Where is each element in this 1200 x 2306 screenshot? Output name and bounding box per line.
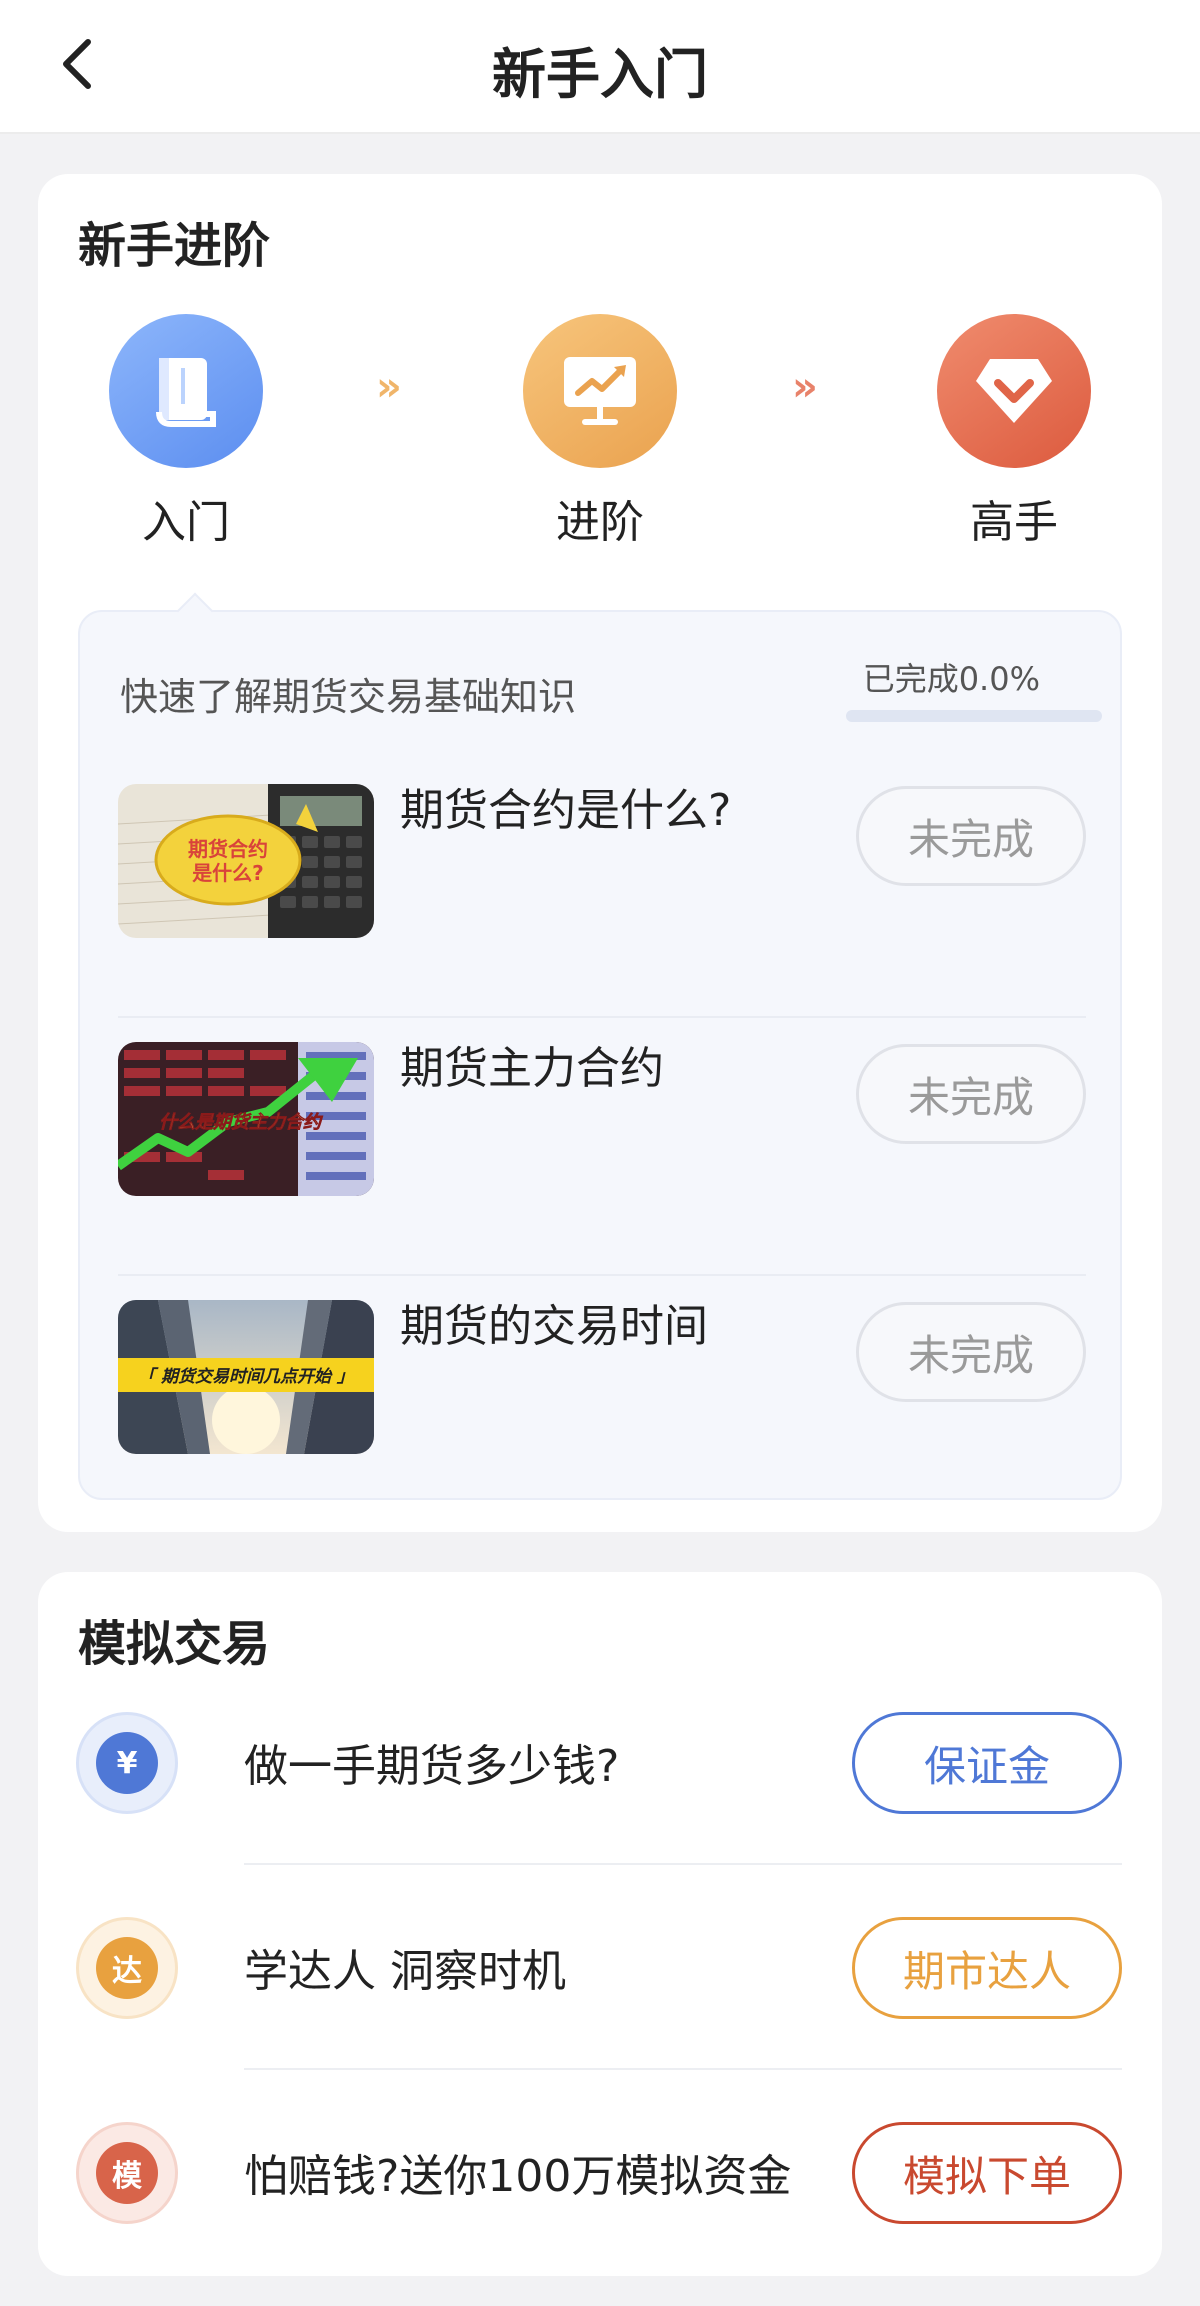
simulate-icon: 模 — [76, 2122, 178, 2224]
status-button[interactable]: 未完成 — [856, 786, 1086, 886]
advance-card: 新手进阶 入门 » 进阶 » 高手 快速了解期货交易基础知识 已完成0.0% 期… — [38, 174, 1162, 1532]
margin-button[interactable]: 保证金 — [852, 1712, 1122, 1814]
course-title: 期货主力合约 — [400, 1043, 664, 1094]
step-expert-label: 高手 — [970, 497, 1058, 548]
advance-title: 新手进阶 — [78, 218, 271, 274]
sim-item-expert[interactable]: 达 学达人 洞察时机 期市达人 — [76, 1917, 1162, 2122]
course-item[interactable]: 「 期货交易时间几点开始 」 期货的交易时间 未完成 — [118, 1276, 1086, 1534]
market-expert-button[interactable]: 期市达人 — [852, 1917, 1122, 2019]
yuan-icon: ¥ — [76, 1712, 178, 1814]
step-beginner-label: 入门 — [142, 497, 230, 548]
course-item[interactable]: 期货合约 是什么? 期货合约是什么? 未完成 — [118, 760, 1086, 1018]
simulation-card: 模拟交易 ¥ 做一手期货多少钱? 保证金 达 学达人 洞察时机 期市达人 模 怕… — [38, 1572, 1162, 2276]
progress-text: 已完成0.0% — [862, 660, 1040, 698]
sim-item-margin[interactable]: ¥ 做一手期货多少钱? 保证金 — [76, 1712, 1162, 1917]
step-intermediate-label: 进阶 — [556, 497, 644, 548]
diamond-icon — [976, 359, 1052, 423]
step-expert[interactable]: 高手 — [904, 314, 1124, 550]
nav-bar: 新手入门 — [0, 0, 1200, 134]
thumb-text-line2: 是什么? — [191, 861, 264, 885]
expert-icon: 达 — [76, 1917, 178, 2019]
page-title: 新手入门 — [492, 43, 708, 106]
step-expert-circle — [937, 314, 1091, 468]
sim-item-simulate[interactable]: 模 怕赔钱?送你100万模拟资金 模拟下单 — [76, 2122, 1162, 2306]
step-arrow-2: » — [792, 364, 818, 410]
simulation-title: 模拟交易 — [78, 1616, 271, 1672]
course-thumbnail: 「 期货交易时间几点开始 」 — [118, 1300, 374, 1454]
course-thumbnail: 什么是期货主力合约 — [118, 1042, 374, 1196]
book-icon — [156, 358, 216, 427]
thumb-text: 「 期货交易时间几点开始 」 — [138, 1367, 354, 1387]
sim-item-text: 学达人 洞察时机 — [244, 1946, 566, 1997]
course-panel: 快速了解期货交易基础知识 已完成0.0% 期货合约 是什么? 期货合约是什么? … — [78, 592, 1122, 1500]
course-thumbnail: 期货合约 是什么? — [118, 784, 374, 938]
step-arrow-1: » — [376, 364, 402, 410]
step-beginner[interactable]: 入门 — [76, 314, 296, 550]
simulate-order-button[interactable]: 模拟下单 — [852, 2122, 1122, 2224]
status-button[interactable]: 未完成 — [856, 1302, 1086, 1402]
sim-item-text: 做一手期货多少钱? — [244, 1741, 620, 1792]
course-title: 期货合约是什么? — [400, 785, 732, 836]
chart-board-icon — [564, 357, 636, 425]
step-intermediate[interactable]: 进阶 — [490, 314, 710, 550]
course-item[interactable]: 什么是期货主力合约 期货主力合约 未完成 — [118, 1018, 1086, 1276]
progress-bar — [846, 710, 1102, 722]
status-button[interactable]: 未完成 — [856, 1044, 1086, 1144]
step-intermediate-circle — [523, 314, 677, 468]
sim-item-text: 怕赔钱?送你100万模拟资金 — [244, 2151, 792, 2202]
panel-pointer — [176, 592, 214, 630]
course-title: 期货的交易时间 — [400, 1301, 708, 1352]
step-beginner-circle — [109, 314, 263, 468]
divider — [244, 1863, 1122, 1865]
thumb-text-line1: 期货合约 — [188, 837, 268, 861]
thumb-text: 什么是期货主力合约 — [159, 1112, 324, 1133]
course-description: 快速了解期货交易基础知识 — [120, 675, 577, 719]
divider — [244, 2068, 1122, 2070]
